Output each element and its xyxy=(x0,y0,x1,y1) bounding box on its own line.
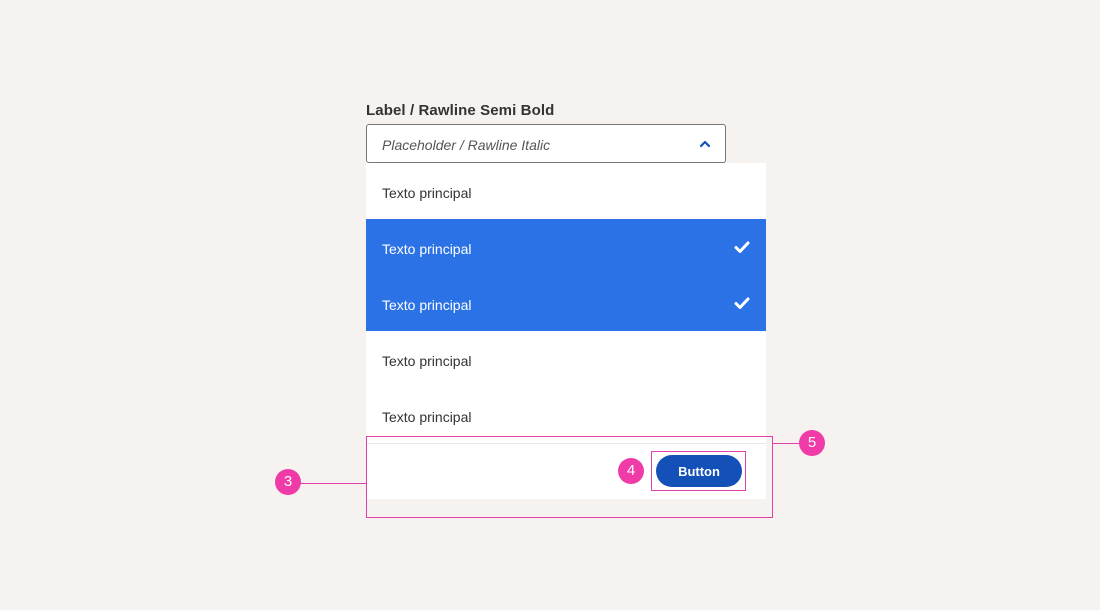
select-placeholder: Placeholder / Rawline Italic xyxy=(382,137,551,153)
option-label: Texto principal xyxy=(382,185,472,201)
option-label: Texto principal xyxy=(382,409,472,425)
field-label: Label / Rawline Semi Bold xyxy=(366,102,555,119)
option-label: Texto principal xyxy=(382,297,472,313)
option-item-selected[interactable]: Texto principal xyxy=(366,219,766,275)
option-item[interactable]: Texto principal xyxy=(366,387,766,443)
option-item[interactable]: Texto principal xyxy=(366,331,766,387)
chevron-up-icon[interactable] xyxy=(699,138,711,150)
option-label: Texto principal xyxy=(382,241,472,257)
annotation-button-box xyxy=(651,451,746,491)
check-icon xyxy=(734,297,750,309)
option-item-selected[interactable]: Texto principal xyxy=(366,275,766,331)
option-item[interactable]: Texto principal xyxy=(366,163,766,219)
option-label: Texto principal xyxy=(382,353,472,369)
select-input[interactable]: Placeholder / Rawline Italic xyxy=(366,124,726,163)
annotation-marker-5: 5 xyxy=(799,430,825,456)
check-icon xyxy=(734,241,750,253)
annotation-marker-4: 4 xyxy=(618,458,644,484)
annotation-connector-3 xyxy=(300,483,366,484)
annotation-marker-3: 3 xyxy=(275,469,301,495)
annotation-connector-5 xyxy=(773,443,799,444)
